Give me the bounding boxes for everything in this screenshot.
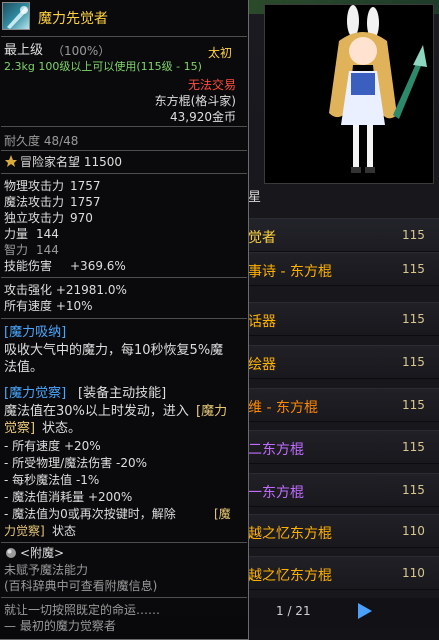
weapon-icon xyxy=(2,2,30,30)
divider xyxy=(1,36,247,37)
item-level: 115 xyxy=(402,483,425,497)
attack-boost: 攻击强化 +21981.0% xyxy=(4,283,127,297)
skill-text: 法值。 xyxy=(4,360,44,375)
skill-text: 吸收大气中的魔力，每10秒恢复5%魔 xyxy=(4,343,224,358)
page-number: 1 / 21 xyxy=(276,604,311,618)
stat-value: 1757 xyxy=(70,195,101,209)
item-tooltip: 魔力先觉者 最上级 （100%） 太初 2.3kg 100级以上可以使用(115… xyxy=(0,0,249,640)
skill-keyword: [魔 xyxy=(214,507,231,521)
character-preview xyxy=(264,4,434,184)
skill-title-awaken: [魔力觉察] xyxy=(4,386,67,401)
item-title: 魔力先觉者 xyxy=(38,11,108,27)
skill-tag: [装备主动技能] xyxy=(78,386,167,401)
item-name: 越之忆东方棍 xyxy=(248,526,332,542)
stat-value: 1757 xyxy=(70,179,101,193)
next-page-icon[interactable] xyxy=(358,603,372,619)
skill-title-mana-absorb: [魔力吸纳] xyxy=(4,325,67,340)
skill-keyword: 觉察] xyxy=(4,421,36,436)
stat-label: 魔法攻击力 xyxy=(4,195,65,209)
item-name: 话器 xyxy=(248,314,276,330)
skill-keyword: 力觉察] xyxy=(4,524,45,538)
stat-label: 智力 xyxy=(4,243,29,257)
divider xyxy=(1,126,247,127)
durability: 耐久度 48/48 xyxy=(4,134,79,148)
item-name: 二东方棍 xyxy=(248,442,304,458)
skill-effect: - 所有速度 +20% xyxy=(4,439,101,453)
list-item[interactable]: 事诗 - 东方棍 115 xyxy=(248,252,439,286)
item-level: 115 xyxy=(402,228,425,242)
item-name: 绘器 xyxy=(248,357,276,373)
grade: 最上级 xyxy=(4,43,44,58)
tab-star[interactable]: 星 xyxy=(248,184,320,206)
item-name: 事诗 - 东方棍 xyxy=(248,264,332,280)
stat-value: 970 xyxy=(70,211,93,225)
skill-text: - 魔法值为0或再次按键时，解除 xyxy=(4,507,176,521)
stat-label: 技能伤害 xyxy=(4,259,53,273)
item-name: 越之忆东方棍 xyxy=(248,568,332,584)
all-speed: 所有速度 +10% xyxy=(4,299,93,313)
list-item[interactable]: 一东方棍 115 xyxy=(248,473,439,507)
list-item[interactable]: 话器 115 xyxy=(248,302,439,336)
stat-value: 144 xyxy=(36,243,59,257)
list-item[interactable]: 越之忆东方棍 110 xyxy=(248,514,439,548)
skill-text: 状态 xyxy=(52,524,77,538)
item-name: 维 - 东方棍 xyxy=(248,400,318,416)
trade-status: 无法交易 xyxy=(187,78,236,92)
weapon-type: 东方棍(格斗家) xyxy=(154,94,236,108)
skill-text: 状态。 xyxy=(42,421,82,436)
skill-keyword: [魔力 xyxy=(196,404,228,419)
stat-label: 物理攻击力 xyxy=(4,179,65,193)
item-level: 115 xyxy=(402,262,425,276)
skill-effect: - 魔法值消耗量 +200% xyxy=(4,490,133,504)
flavor-text: 就让一切按照既定的命运…… xyxy=(4,603,161,617)
weight-requirement: 2.3kg 100级以上可以使用(115级 - 15) xyxy=(4,60,202,73)
item-level: 115 xyxy=(402,398,425,412)
divider xyxy=(1,277,247,278)
skill-effect: - 每秒魔法值 -1% xyxy=(4,473,100,487)
divider xyxy=(1,318,247,319)
list-item[interactable]: 维 - 东方棍 115 xyxy=(248,388,439,422)
item-level: 110 xyxy=(402,524,425,538)
item-level: 110 xyxy=(402,566,425,580)
grade-percent: （100%） xyxy=(52,44,111,58)
divider xyxy=(1,542,247,543)
stat-label: 力量 xyxy=(4,227,29,241)
enchant-hint: (百科辞典中可查看附魔信息) xyxy=(4,579,158,593)
divider xyxy=(1,150,247,151)
divider xyxy=(1,173,247,174)
enchant-title: <附魔> xyxy=(20,546,65,560)
skill-effect: - 所受物理/魔法伤害 -20% xyxy=(4,456,148,470)
item-level: 115 xyxy=(402,355,425,369)
list-item[interactable]: 觉者 115 xyxy=(248,218,439,252)
enchant-icon xyxy=(5,547,17,562)
skill-text: 魔法值在30%以上时发动，进入 xyxy=(4,404,189,419)
adventurer-icon xyxy=(4,154,18,171)
stat-value: +369.6% xyxy=(70,259,126,273)
list-item[interactable]: 越之忆东方棍 110 xyxy=(248,556,439,590)
list-item[interactable]: 绘器 115 xyxy=(248,345,439,379)
list-item[interactable]: 二东方棍 115 xyxy=(248,430,439,464)
item-level: 115 xyxy=(402,440,425,454)
adventurer-fame: 冒险家名望 11500 xyxy=(20,155,122,169)
enchant-none: 未赋予魔法能力 xyxy=(4,563,89,577)
item-name: 一东方棍 xyxy=(248,485,304,501)
price: 43,920金币 xyxy=(170,110,236,124)
flavor-text: — 最初的魔力觉察者 xyxy=(4,619,116,633)
rarity: 太初 xyxy=(207,46,232,60)
item-level: 115 xyxy=(402,312,425,326)
stat-value: 144 xyxy=(36,227,59,241)
item-name: 觉者 xyxy=(248,230,276,246)
stat-label: 独立攻击力 xyxy=(4,211,65,225)
character-figure xyxy=(329,5,427,173)
divider xyxy=(1,597,247,598)
